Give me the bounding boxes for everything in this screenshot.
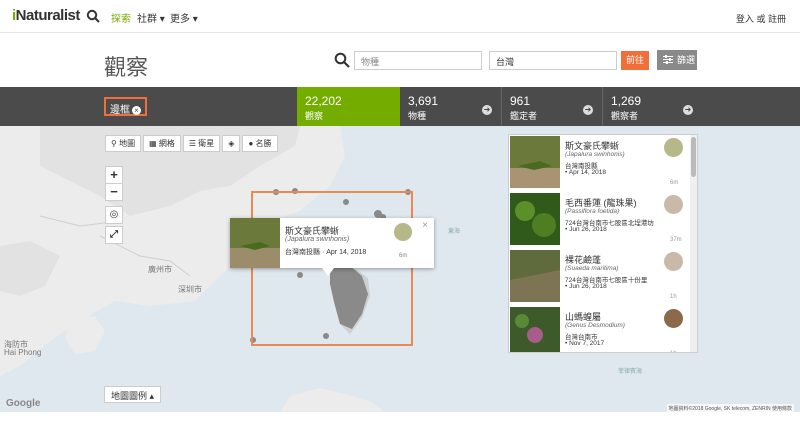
observation-list[interactable]: 斯文豪氏攀蜥 (Japalura swinhonis) 台灣南投縣 • Apr … xyxy=(508,134,698,353)
map-attribution[interactable]: 地圖資料©2018 Google, SK telecom, ZENRIN 使用條… xyxy=(666,404,794,412)
observation-photo xyxy=(510,250,560,302)
globe-icon: ● xyxy=(248,139,254,148)
arrow-right-icon: ➜ xyxy=(583,105,593,115)
grid-icon: ▦ xyxy=(149,139,157,148)
map-label: 東海 xyxy=(448,229,461,235)
page-header: 觀察 物種 台灣 前往 篩選 xyxy=(0,33,800,87)
stat-observations[interactable]: 22,202 觀察 xyxy=(297,87,400,126)
or-text: 或 xyxy=(756,14,766,24)
nav-community[interactable]: 社群 ▾ xyxy=(137,10,165,25)
observation-photo xyxy=(510,136,560,188)
observation-photo xyxy=(510,193,560,245)
locate-icon[interactable]: ◎ xyxy=(105,206,123,224)
avatar[interactable] xyxy=(394,223,412,241)
avatar[interactable] xyxy=(664,195,683,214)
species-input[interactable]: 物種 xyxy=(354,51,482,70)
top-nav: iNaturalist 探索 社群 ▾ 更多 ▾ 登入 或 註冊 xyxy=(0,0,800,33)
observation-photo xyxy=(510,307,560,352)
zoom-out-button[interactable]: − xyxy=(105,183,123,201)
page-title: 觀察 xyxy=(104,56,149,81)
avatar[interactable] xyxy=(664,252,683,271)
avatar[interactable] xyxy=(664,309,683,328)
go-button[interactable]: 前往 xyxy=(621,51,649,70)
layers-icon: ◈ xyxy=(228,139,235,148)
map-type-toolbar: ⚲ 地圖 ▦ 網格 ☰ 衛星 ◈ ● 名勝 xyxy=(105,135,280,152)
arrow-right-icon: ➜ xyxy=(482,105,492,115)
map-type-map[interactable]: ⚲ 地圖 xyxy=(105,135,142,152)
avatar[interactable] xyxy=(664,138,683,157)
remove-icon[interactable]: × xyxy=(132,106,141,115)
places-button[interactable]: ● 名勝 xyxy=(242,135,278,152)
scrollbar[interactable] xyxy=(690,135,697,352)
map-type-grid[interactable]: ▦ 網格 xyxy=(143,135,181,152)
map-label: 廣州市 xyxy=(148,265,172,274)
page-footer xyxy=(0,412,800,431)
chevron-down-icon: ▾ xyxy=(190,14,198,25)
chevron-down-icon: ▾ xyxy=(157,14,165,25)
stats-bar: 邊框 × 22,202 觀察 3,691 物種 ➜ 961 鑑定者 ➜ 1,269… xyxy=(0,87,800,126)
chevron-up-icon: ▴ xyxy=(149,391,155,401)
list-item[interactable]: 毛西番蓮 (龍珠果) (Passiflora foetida) 724台灣台南市… xyxy=(509,192,691,249)
observation-popup[interactable]: 斯文豪氏攀蜥 (Japalura swinhonis) 台灣南投縣 · Apr … xyxy=(230,218,434,268)
layers-button[interactable]: ◈ xyxy=(222,135,241,152)
signup-link[interactable]: 註冊 xyxy=(768,14,786,24)
boundary-filter-chip[interactable]: 邊框 × xyxy=(104,97,147,116)
place-input[interactable]: 台灣 xyxy=(489,51,617,70)
nav-more[interactable]: 更多 ▾ xyxy=(170,10,198,25)
scrollbar-thumb[interactable] xyxy=(691,137,696,177)
observation-photo xyxy=(230,218,280,268)
login-link[interactable]: 登入 xyxy=(736,14,754,24)
search-icon xyxy=(334,52,350,68)
stat-species[interactable]: 3,691 物種 ➜ xyxy=(400,87,500,126)
stat-identifiers[interactable]: 961 鑑定者 ➜ xyxy=(501,87,601,126)
arrow-right-icon: ➜ xyxy=(683,105,693,115)
list-item[interactable]: 裸花鹼蓬 (Suaeda maritima) 724台灣台南市七股區十份里 • … xyxy=(509,249,691,306)
pin-icon: ⚲ xyxy=(111,139,117,148)
google-logo: Google xyxy=(6,398,41,409)
map-label: 深圳市 xyxy=(178,285,202,294)
filter-button[interactable]: 篩選 xyxy=(657,50,697,70)
nav-explore[interactable]: 探索 xyxy=(111,10,131,25)
popup-pointer xyxy=(322,268,334,276)
map-type-satellite[interactable]: ☰ 衛星 xyxy=(182,135,221,152)
close-icon[interactable]: × xyxy=(422,220,428,231)
list-icon: ☰ xyxy=(188,139,197,148)
map-legend-button[interactable]: 地圖圖例 ▴ xyxy=(104,386,162,403)
list-item[interactable]: 斯文豪氏攀蜥 (Japalura swinhonis) 台灣南投縣 • Apr … xyxy=(509,135,691,192)
fullscreen-icon[interactable]: ⤢ xyxy=(105,226,123,244)
search-icon[interactable] xyxy=(86,9,100,23)
login-area: 登入 或 註冊 xyxy=(736,12,786,25)
list-item[interactable]: 山螞蝗屬 (Genus Desmodium) 台灣台南市 • Nov 7, 20… xyxy=(509,306,691,352)
sliders-icon xyxy=(663,55,673,64)
inaturalist-logo[interactable]: iNaturalist xyxy=(12,7,80,24)
map-label: Hai Phong xyxy=(4,348,42,357)
map-label: 菲律賓海 xyxy=(618,369,643,375)
map-view[interactable]: 廣州市 深圳市 海防市 Hai Phong 東海 菲律賓海 ⚲ 地圖 ▦ 網格 … xyxy=(0,126,800,412)
zoom-in-button[interactable]: + xyxy=(105,166,123,184)
stat-observers[interactable]: 1,269 觀察者 ➜ xyxy=(602,87,701,126)
